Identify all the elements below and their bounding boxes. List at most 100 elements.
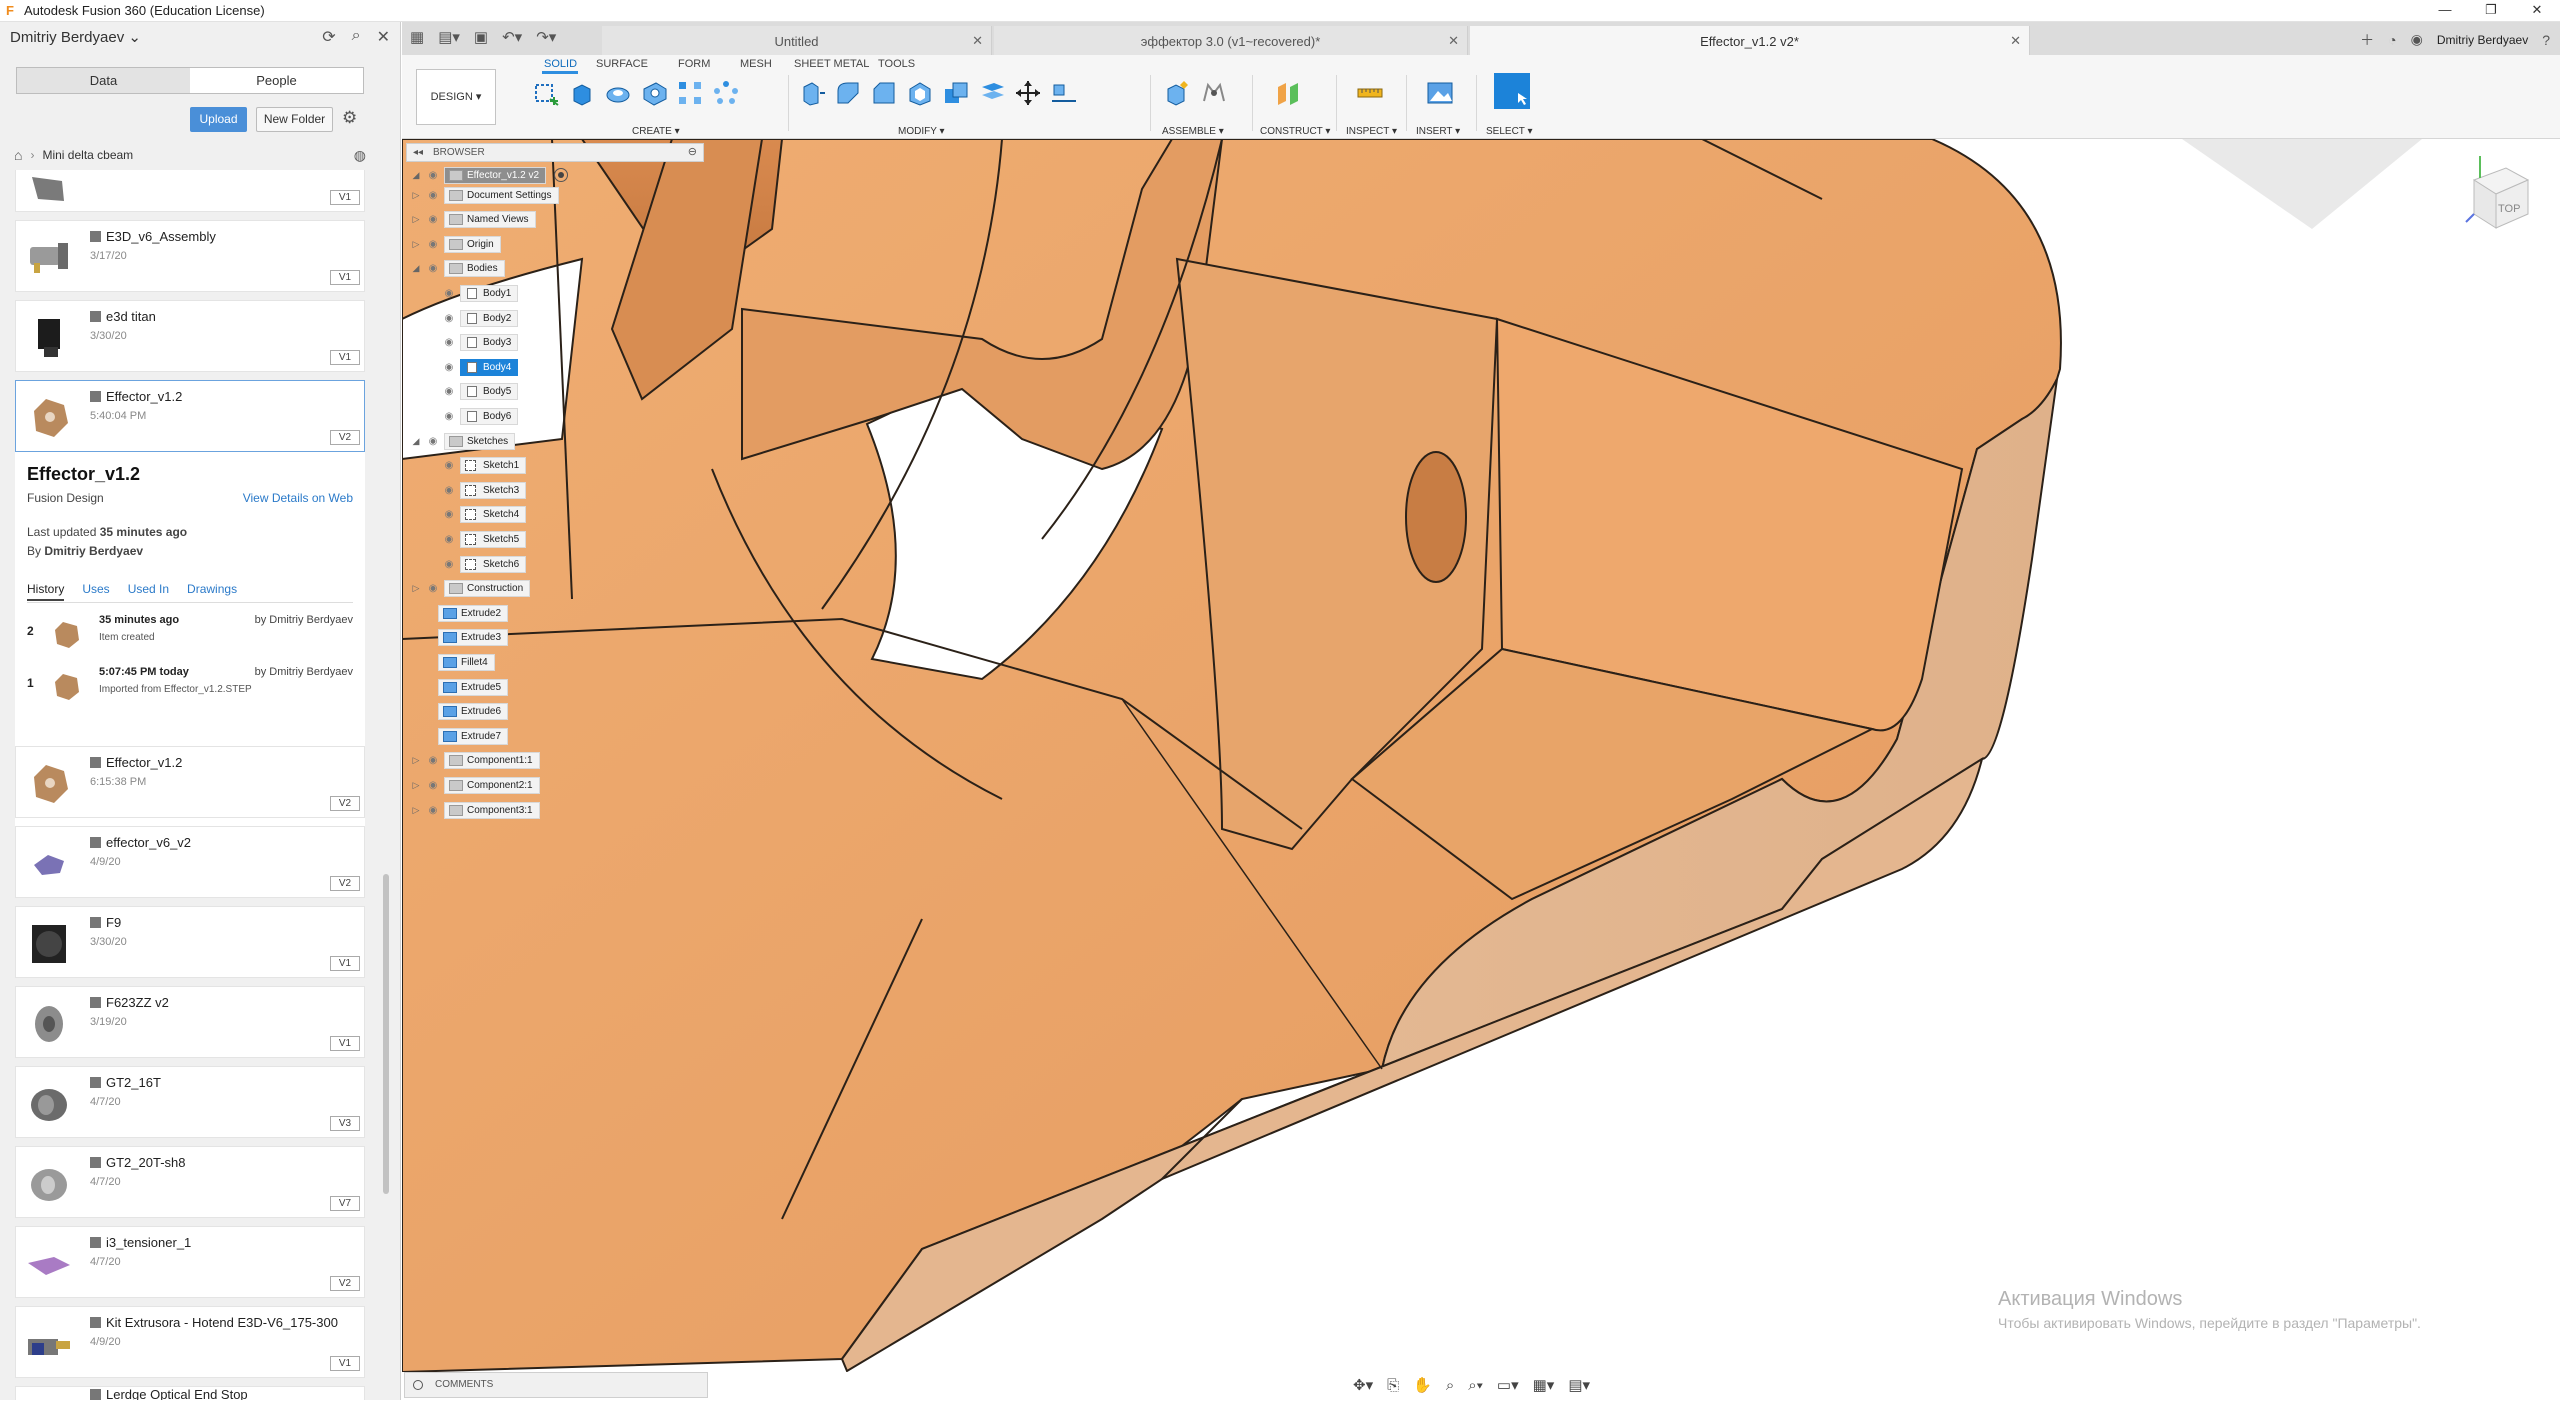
version-badge[interactable]: V1 — [330, 270, 360, 285]
visibility-eye-icon[interactable]: ◉ — [442, 362, 456, 373]
construct-menu[interactable]: CONSTRUCT ▾ — [1260, 126, 1330, 137]
visibility-eye-icon[interactable]: ◉ — [442, 509, 456, 520]
browser-node-body3[interactable]: ◉ Body3 — [426, 333, 519, 353]
version-badge[interactable]: V7 — [330, 1196, 360, 1211]
move-icon[interactable] — [1014, 79, 1042, 107]
expand-toggle-icon[interactable]: ▷ — [410, 239, 422, 250]
comments-toggle-icon[interactable] — [413, 1380, 423, 1390]
browser-node-fillet4[interactable]: Fillet4 — [438, 652, 495, 672]
browser-node-component3-1[interactable]: ▷ ◉ Component3:1 — [410, 800, 540, 820]
workspace-switcher[interactable]: DESIGN ▾ — [416, 69, 496, 125]
version-badge[interactable]: V2 — [330, 430, 360, 445]
job-status-icon[interactable]: ◔ — [2388, 32, 2396, 48]
browser-node-extrude5[interactable]: Extrude5 — [438, 677, 509, 697]
view-cube[interactable]: TOP — [2458, 150, 2538, 240]
visibility-eye-icon[interactable]: ◉ — [442, 485, 456, 496]
view-details-link[interactable]: View Details on Web — [243, 491, 353, 505]
home-icon[interactable]: ⌂ — [14, 147, 22, 163]
browser-node-component2-1[interactable]: ▷ ◉ Component2:1 — [410, 775, 540, 795]
shell-icon[interactable] — [906, 79, 934, 107]
close-tab-icon[interactable]: ✕ — [2010, 33, 2021, 49]
doc-tab[interactable]: эффектор 3.0 (v1~recovered)* ✕ — [994, 26, 1468, 55]
file-card[interactable]: F623ZZ v2 3/19/20 V1 — [15, 986, 365, 1058]
tab-mesh[interactable]: MESH — [740, 58, 772, 70]
visibility-eye-icon[interactable]: ◉ — [442, 313, 456, 324]
offset-plane-icon[interactable] — [1274, 79, 1302, 107]
file-menu-icon[interactable]: ▤▾ — [438, 28, 460, 46]
save-icon[interactable]: ▣ — [474, 28, 488, 46]
collapse-icon[interactable]: ◂◂ — [413, 144, 423, 161]
close-tab-icon[interactable]: ✕ — [1448, 33, 1459, 49]
tab-sheet-metal[interactable]: SHEET METAL — [794, 58, 869, 70]
expand-toggle-icon[interactable]: ▷ — [410, 190, 422, 201]
version-badge[interactable]: V1 — [330, 190, 360, 205]
browser-node-sketch4[interactable]: ◉ Sketch4 — [426, 505, 527, 525]
upload-button[interactable]: Upload — [190, 107, 247, 132]
rectangular-pattern-icon[interactable] — [676, 79, 704, 107]
tab-data[interactable]: Data — [17, 68, 190, 93]
close-icon[interactable]: ✕ — [377, 27, 390, 47]
combine-icon[interactable] — [942, 79, 970, 107]
tab-used-in[interactable]: Used In — [128, 582, 169, 601]
expand-toggle-icon[interactable]: ▷ — [410, 755, 422, 766]
revolve-icon[interactable] — [604, 79, 632, 107]
account-name[interactable]: Dmitriy Berdyaev — [2437, 33, 2528, 47]
expand-toggle-icon[interactable]: ▷ — [410, 805, 422, 816]
tab-drawings[interactable]: Drawings — [187, 582, 237, 601]
visibility-eye-icon[interactable]: ◉ — [442, 386, 456, 397]
browser-node-extrude7[interactable]: Extrude7 — [438, 726, 509, 746]
insert-image-icon[interactable] — [1426, 79, 1454, 107]
browser-node-body6[interactable]: ◉ Body6 — [426, 406, 519, 426]
browser-node-sketch1[interactable]: ◉ Sketch1 — [426, 456, 527, 476]
orbit-icon[interactable]: ✥▾ — [1353, 1376, 1373, 1394]
look-at-icon[interactable]: ⎘ — [1387, 1377, 1399, 1394]
expand-toggle-icon[interactable]: ◢ — [410, 170, 422, 181]
display-settings-icon[interactable]: ▭▾ — [1497, 1376, 1519, 1394]
visibility-eye-icon[interactable]: ◉ — [442, 288, 456, 299]
search-icon[interactable]: ⌕ — [352, 27, 361, 47]
visibility-eye-icon[interactable]: ◉ — [426, 780, 440, 791]
fit-icon[interactable]: ⌕▾ — [1468, 1377, 1483, 1394]
pin-icon[interactable]: ⊖ — [688, 144, 697, 161]
replace-face-icon[interactable] — [978, 79, 1006, 107]
browser-header[interactable]: ◂◂ BROWSER ⊖ — [406, 143, 704, 162]
file-card[interactable]: i3_tensioner_1 4/7/20 V2 — [15, 1226, 365, 1298]
insert-menu[interactable]: INSERT ▾ — [1416, 126, 1460, 137]
file-card-selected[interactable]: Effector_v1.2 5:40:04 PM V2 — [15, 380, 365, 452]
browser-node-sketch5[interactable]: ◉ Sketch5 — [426, 529, 527, 549]
file-card[interactable]: Lerdge Optical End Stop — [15, 1386, 365, 1400]
version-badge[interactable]: V1 — [330, 1036, 360, 1051]
close-tab-icon[interactable]: ✕ — [972, 33, 983, 49]
expand-toggle-icon[interactable]: ▷ — [410, 583, 422, 594]
help-icon[interactable]: ? — [2542, 32, 2550, 48]
expand-toggle-icon[interactable]: ▷ — [410, 214, 422, 225]
press-pull-icon[interactable] — [798, 79, 826, 107]
viewports-icon[interactable]: ▤▾ — [1568, 1376, 1590, 1394]
measure-icon[interactable] — [1356, 79, 1384, 107]
browser-root[interactable]: ◢ ◉ Effector_v1.2 v2 — [410, 165, 569, 185]
file-card[interactable]: effector_v6_v2 4/9/20 V2 — [15, 826, 365, 898]
zoom-icon[interactable]: ⌕ — [1446, 1377, 1454, 1394]
browser-node-extrude6[interactable]: Extrude6 — [438, 702, 509, 722]
file-card[interactable]: F9 3/30/20 V1 — [15, 906, 365, 978]
browser-node-sketches[interactable]: ◢ ◉ Sketches — [410, 431, 516, 451]
close-button[interactable]: ✕ — [2514, 0, 2560, 22]
visibility-eye-icon[interactable]: ◉ — [442, 460, 456, 471]
version-badge[interactable]: V1 — [330, 1356, 360, 1371]
version-badge[interactable]: V1 — [330, 956, 360, 971]
grid-icon[interactable]: ▦ — [410, 28, 424, 46]
expand-toggle-icon[interactable]: ▷ — [410, 780, 422, 791]
pan-icon[interactable]: ✋ — [1413, 1376, 1432, 1394]
joint-icon[interactable] — [1200, 79, 1228, 107]
gear-icon[interactable]: ⚙ — [342, 108, 357, 128]
globe-icon[interactable]: ◍ — [354, 147, 366, 164]
circular-pattern-icon[interactable] — [712, 79, 740, 107]
expand-toggle-icon[interactable]: ◢ — [410, 263, 422, 274]
visibility-eye-icon[interactable]: ◉ — [426, 190, 440, 201]
doc-tab[interactable]: Untitled ✕ — [602, 26, 992, 55]
scrollbar[interactable] — [383, 874, 389, 1194]
visibility-eye-icon[interactable]: ◉ — [442, 411, 456, 422]
browser-node-body4[interactable]: ◉ Body4 — [426, 357, 519, 377]
restore-button[interactable]: ❐ — [2468, 0, 2514, 22]
view-cube-graphic[interactable]: TOP — [2458, 150, 2538, 240]
